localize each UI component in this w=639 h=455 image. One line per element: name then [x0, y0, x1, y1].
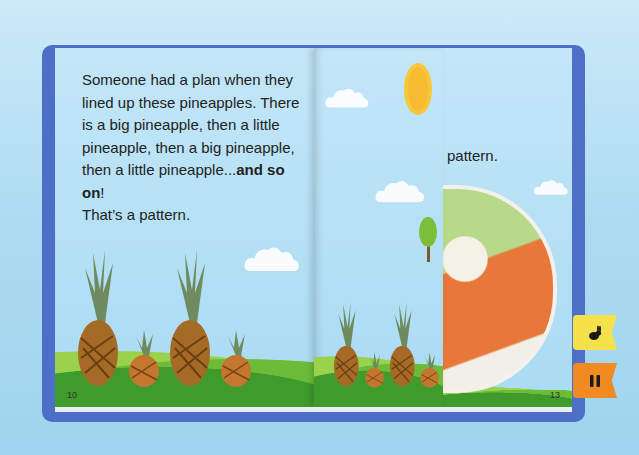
- page-footer: 10: [55, 388, 314, 407]
- pause-button[interactable]: [573, 363, 617, 398]
- pineapple-icon: [75, 248, 121, 388]
- book-frame: Someone had a plan when they lined up th…: [42, 45, 585, 422]
- page-number: 10: [67, 390, 77, 404]
- rabbit-icon: [587, 325, 603, 341]
- left-page: Someone had a plan when they lined up th…: [55, 48, 314, 407]
- hill-scene: [314, 257, 443, 407]
- page-footer: [314, 388, 443, 407]
- tree-icon: [418, 216, 438, 262]
- speed-button[interactable]: [573, 315, 617, 350]
- pineapple-icon: [167, 248, 213, 388]
- cloud-icon: [324, 86, 370, 109]
- book-pages: Someone had a plan when they lined up th…: [55, 48, 572, 412]
- cloud-icon: [243, 244, 301, 273]
- right-page: pattern. 13: [443, 48, 572, 407]
- reader-controls: [573, 315, 617, 398]
- pineapple-icon: [127, 328, 161, 388]
- page-text: pattern.: [443, 48, 572, 164]
- pineapple-icon: [419, 351, 440, 388]
- pineapple-icon: [364, 351, 385, 388]
- page-number: 13: [550, 390, 560, 404]
- pineapple-icon: [332, 301, 361, 388]
- turning-page[interactable]: [314, 48, 443, 407]
- text-run: !: [100, 184, 104, 201]
- paragraph: Someone had a plan when they lined up th…: [82, 69, 304, 204]
- pineapple-icon: [219, 328, 253, 388]
- closing-line: That’s a pattern.: [82, 204, 304, 227]
- reader-stage: Someone had a plan when they lined up th…: [0, 0, 639, 455]
- sun-icon: [402, 61, 434, 117]
- pineapple-icon: [388, 301, 417, 388]
- cloud-icon: [374, 178, 426, 204]
- pause-icon: [588, 374, 602, 388]
- cloud-icon: [533, 178, 569, 196]
- page-text: Someone had a plan when they lined up th…: [55, 48, 314, 227]
- pineapple-row: [314, 301, 443, 388]
